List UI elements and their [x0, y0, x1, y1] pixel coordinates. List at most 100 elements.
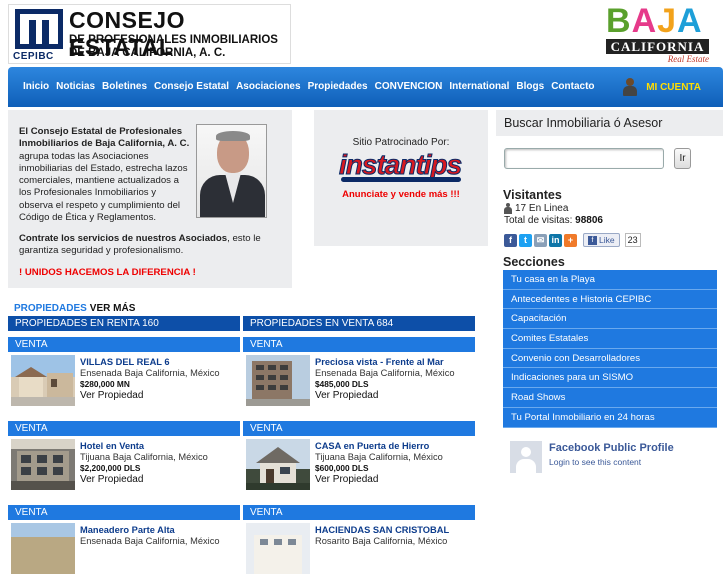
property-tag: VENTA [243, 421, 475, 436]
about-intro-rest: agrupa todas las Asociaciones inmobiliar… [19, 150, 188, 224]
sections-title: Secciones [503, 255, 565, 269]
section-item[interactable]: Road Shows [503, 388, 717, 408]
facebook-profile-widget: Facebook Public Profile Login to see thi… [510, 441, 674, 473]
sections-menu: Tu casa en la Playa Antecedentes e Histo… [503, 270, 717, 428]
property-card[interactable]: VENTA Preciosa vista - Frente al Mar Ens… [243, 337, 475, 417]
logo-abbr: CEPIBC [13, 51, 54, 62]
property-tag: VENTA [243, 337, 475, 352]
facebook-like-button[interactable]: f Like [583, 233, 620, 247]
nav-asociaciones[interactable]: Asociaciones [236, 81, 300, 92]
property-photo[interactable] [246, 523, 310, 574]
section-item[interactable]: Convenio con Desarrolladores [503, 348, 717, 369]
baja-california-logo[interactable]: BAJA CALIFORNIA Real Estate [604, 2, 709, 66]
property-card[interactable]: VENTA Hotel en Venta Tijuana Baja Califo… [8, 421, 240, 501]
property-photo[interactable] [246, 355, 310, 406]
search-button[interactable]: Ir [674, 148, 691, 169]
nav-boletines[interactable]: Boletines [102, 81, 147, 92]
about-slogan: ! UNIDOS HACEMOS LA DIFERENCIA ! [19, 267, 196, 278]
property-title[interactable]: Preciosa vista - Frente al Mar [315, 357, 444, 367]
total-visits: Total de visitas: 98806 [504, 215, 603, 226]
property-title[interactable]: CASA en Puerta de Hierro [315, 441, 429, 451]
section-item[interactable]: Capacitación [503, 309, 717, 330]
nav-blogs[interactable]: Blogs [516, 81, 544, 92]
rent-properties-header[interactable]: PROPIEDADES EN RENTA 160 [8, 316, 240, 331]
my-account-label: MI CUENTA [646, 81, 701, 93]
view-property-link[interactable]: Ver Propiedad [315, 474, 378, 485]
like-count: 23 [624, 233, 641, 247]
section-item[interactable]: Tu casa en la Playa [503, 270, 717, 290]
section-item[interactable]: Antecedentes e Historia CEPIBC [503, 289, 717, 310]
twitter-share-icon[interactable]: t [519, 233, 532, 247]
total-visits-label: Total de visitas: [504, 215, 573, 226]
facebook-icon: f [588, 235, 597, 245]
nav-international[interactable]: International [449, 81, 509, 92]
property-card[interactable]: VENTA Maneadero Parte Alta Ensenada Baja… [8, 505, 240, 585]
nav-propiedades[interactable]: Propiedades [308, 81, 368, 92]
property-photo[interactable] [11, 355, 75, 406]
property-photo[interactable] [11, 523, 75, 574]
nav-inicio[interactable]: Inicio [23, 81, 49, 92]
baja-letters: BAJA [606, 2, 703, 40]
about-intro-bold: El Consejo Estatal de Profesionales Inmo… [19, 126, 190, 150]
facebook-login-link[interactable]: Login to see this content [549, 457, 674, 467]
property-photo[interactable] [246, 439, 310, 490]
property-card[interactable]: VENTA CASA en Puerta de Hierro Tijuana B… [243, 421, 475, 501]
nav-consejo-estatal[interactable]: Consejo Estatal [154, 81, 229, 92]
more-share-icon[interactable]: + [564, 233, 577, 247]
property-tag: VENTA [8, 337, 240, 352]
see-more-link[interactable]: VER MÁS [90, 303, 136, 314]
baja-band: CALIFORNIA [606, 39, 709, 54]
share-bar: f t ✉ in + f Like 23 [504, 233, 641, 247]
facebook-profile-title[interactable]: Facebook Public Profile [549, 442, 674, 454]
property-tag: VENTA [243, 505, 475, 520]
sponsor-logo[interactable]: instantips [338, 149, 465, 185]
view-property-link[interactable]: Ver Propiedad [80, 390, 143, 401]
property-title[interactable]: Maneadero Parte Alta [80, 525, 175, 535]
property-location: Tijuana Baja California, México [80, 452, 208, 462]
right-sidebar: Buscar Inmobiliaria ó Asesor Ir Visitant… [496, 110, 723, 545]
property-location: Tijuana Baja California, México [315, 452, 443, 462]
email-share-icon[interactable]: ✉ [534, 233, 547, 247]
linkedin-share-icon[interactable]: in [549, 233, 562, 247]
property-tag: VENTA [8, 421, 240, 436]
nav-noticias[interactable]: Noticias [56, 81, 95, 92]
property-location: Ensenada Baja California, México [315, 368, 455, 378]
cepibc-logo-icon: CEPIBC [11, 7, 67, 63]
property-title[interactable]: VILLAS DEL REAL 6 [80, 357, 170, 367]
property-location: Ensenada Baja California, México [80, 368, 220, 378]
my-account-link[interactable]: MI CUENTA [622, 78, 701, 96]
property-card[interactable]: VENTA HACIENDAS SAN CRISTOBAL Rosarito B… [243, 505, 475, 585]
baja-tag: Real Estate [667, 54, 709, 64]
about-cta-bold: Contrate los servicios de nuestros Asoci… [19, 233, 228, 244]
section-item[interactable]: Tu Portal Inmobiliario en 24 horas [503, 407, 717, 428]
sponsor-swoosh-icon [341, 177, 461, 182]
property-tag: VENTA [8, 505, 240, 520]
logo-line-2: DE PROFESIONALES INMOBILIARIOS [69, 34, 278, 46]
about-text: El Consejo Estatal de Profesionales Inmo… [19, 126, 191, 224]
property-price: $485,000 DLS [315, 379, 369, 389]
view-property-link[interactable]: Ver Propiedad [315, 390, 378, 401]
property-photo[interactable] [11, 439, 75, 490]
site-header: CEPIBC CONSEJO ESTATAL DE PROFESIONALES … [0, 0, 727, 68]
search-input[interactable] [504, 148, 664, 169]
facebook-share-icon[interactable]: f [504, 233, 517, 247]
section-item[interactable]: Indicaciones para un SISMO [503, 368, 717, 389]
property-price: $280,000 MN [80, 379, 130, 389]
online-count-text: 17 En Linea [515, 203, 569, 214]
nav-convencion[interactable]: CONVENCION [375, 81, 443, 92]
property-title[interactable]: Hotel en Venta [80, 441, 144, 451]
cepibc-logo[interactable]: CEPIBC CONSEJO ESTATAL DE PROFESIONALES … [8, 4, 291, 64]
property-title[interactable]: HACIENDAS SAN CRISTOBAL [315, 525, 449, 535]
section-item[interactable]: Comites Estatales [503, 329, 717, 349]
visitors-title: Visitantes [503, 188, 562, 202]
like-label: Like [599, 235, 615, 245]
logo-line-3: DE BAJA CALIFORNIA, A. C. [69, 47, 226, 59]
sponsor-cta-link[interactable]: Anunciate y vende más !!! [314, 189, 488, 200]
sponsor-box: Sitio Patrocinado Por: instantips Anunci… [314, 110, 488, 246]
user-online-icon [504, 203, 512, 214]
nav-contacto[interactable]: Contacto [551, 81, 594, 92]
property-card[interactable]: VENTA VILLAS DEL REAL 6 Ensenada Baja Ca… [8, 337, 240, 417]
sale-properties-header[interactable]: PROPIEDADES EN VENTA 684 [243, 316, 475, 331]
view-property-link[interactable]: Ver Propiedad [80, 474, 143, 485]
property-price: $2,200,000 DLS [80, 463, 141, 473]
